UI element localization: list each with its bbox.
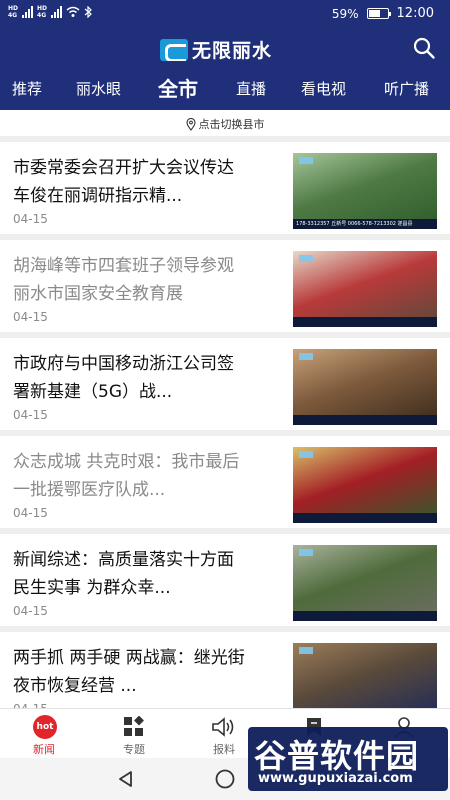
nav-report-label: 报料 <box>213 743 235 756</box>
channel-logo-icon <box>299 157 313 164</box>
news-date: 04-15 <box>13 506 48 520</box>
battery-percentage: 59% <box>331 6 359 21</box>
tab-recommend[interactable]: 推荐 <box>12 70 42 110</box>
news-thumbnail <box>293 643 437 708</box>
channel-logo-icon <box>299 647 313 654</box>
watermark: 谷普软件园 www.gupuxiazai.com <box>248 727 448 791</box>
bluetooth-icon <box>84 6 92 18</box>
tab-listen-radio[interactable]: 听广播 <box>384 70 429 110</box>
thumbnail-caption-strip <box>293 513 437 523</box>
nav-report[interactable]: 报料 <box>194 709 254 759</box>
news-thumbnail: 178-3312357 丘新号 0066-578-7213302 遂昌县 <box>293 153 437 229</box>
network-indicators: HD 4G HD 4G <box>8 5 92 19</box>
news-thumbnail <box>293 447 437 523</box>
channel-logo-icon <box>299 255 313 262</box>
news-thumbnail <box>293 349 437 425</box>
channel-logo-icon <box>299 353 313 360</box>
news-title: 新闻综述：高质量落实十方面 民生实事 为群众幸... <box>13 550 234 598</box>
back-icon[interactable] <box>116 769 136 789</box>
app-title: 无限丽水 <box>192 40 273 62</box>
network-type-label: HD 4G <box>37 5 48 19</box>
news-title: 胡海峰等市四套班子领导参观 丽水市国家安全教育展 <box>13 256 234 304</box>
news-thumbnail <box>293 251 437 327</box>
news-date: 04-15 <box>13 212 48 226</box>
channel-tabs: 推荐 丽水眼 全市 直播 看电视 听广播 <box>0 70 450 110</box>
channel-logo-icon <box>299 549 313 556</box>
nav-news[interactable]: hot 新闻 <box>14 709 74 759</box>
status-bar: HD 4G HD 4G 59% 12:00 <box>0 0 450 28</box>
network-type-label: HD 4G <box>8 5 19 19</box>
clock: 12:00 <box>396 6 434 21</box>
nav-news-label: 新闻 <box>33 743 55 756</box>
app-header: 无限丽水 <box>0 28 450 70</box>
tab-whole-city[interactable]: 全市 <box>158 70 198 110</box>
search-icon[interactable] <box>412 36 436 60</box>
news-item[interactable]: 胡海峰等市四套班子领导参观 丽水市国家安全教育展 04-15 <box>0 240 450 332</box>
watermark-url: www.gupuxiazai.com <box>258 771 413 786</box>
signal-strength-icon <box>51 6 63 18</box>
logo-mark-icon <box>160 38 188 61</box>
wifi-icon <box>66 6 80 17</box>
location-pin-icon <box>185 117 196 131</box>
app-logo: 无限丽水 <box>160 36 272 63</box>
tab-lishui-eye[interactable]: 丽水眼 <box>76 70 121 110</box>
nav-topics-label: 专题 <box>123 743 145 756</box>
thumbnail-caption-strip: 178-3312357 丘新号 0066-578-7213302 遂昌县 <box>293 219 437 229</box>
channel-logo-icon <box>299 451 313 458</box>
battery-icon <box>366 8 391 19</box>
tab-watch-tv[interactable]: 看电视 <box>301 70 346 110</box>
county-switcher-label: 点击切换县市 <box>198 118 265 131</box>
news-date: 04-15 <box>13 408 48 422</box>
hot-icon: hot <box>33 715 57 739</box>
grid-icon <box>124 716 144 736</box>
news-title: 众志成城 共克时艰：我市最后 一批援鄂医疗队成... <box>13 452 240 500</box>
nav-topics[interactable]: 专题 <box>104 709 164 759</box>
news-title: 两手抓 两手硬 两战赢：继光街 夜市恢复经营 ... <box>13 648 245 696</box>
speaker-icon <box>212 717 234 737</box>
news-item[interactable]: 新闻综述：高质量落实十方面 民生实事 为群众幸... 04-15 <box>0 534 450 626</box>
news-date: 04-15 <box>13 604 48 618</box>
news-title: 市委常委会召开扩大会议传达 车俊在丽调研指示精... <box>13 158 234 206</box>
thumbnail-caption-strip <box>293 415 437 425</box>
thumbnail-caption-strip <box>293 317 437 327</box>
news-item[interactable]: 市政府与中国移动浙江公司签 署新基建（5G）战... 04-15 <box>0 338 450 430</box>
thumbnail-caption-strip <box>293 611 437 621</box>
county-switcher[interactable]: 点击切换县市 <box>0 112 450 136</box>
signal-strength-icon <box>22 6 34 18</box>
news-item[interactable]: 众志成城 共克时艰：我市最后 一批援鄂医疗队成... 04-15 <box>0 436 450 528</box>
home-icon[interactable] <box>214 768 236 790</box>
news-date: 04-15 <box>13 310 48 324</box>
news-thumbnail <box>293 545 437 621</box>
tab-live[interactable]: 直播 <box>236 70 266 110</box>
news-item[interactable]: 两手抓 两手硬 两战赢：继光街夜市恢复经营 ... 04-15 <box>0 632 450 708</box>
news-title: 市政府与中国移动浙江公司签 署新基建（5G）战... <box>13 354 234 402</box>
news-item[interactable]: 市委常委会召开扩大会议传达 车俊在丽调研指示精... 04-15 178-3312… <box>0 142 450 234</box>
